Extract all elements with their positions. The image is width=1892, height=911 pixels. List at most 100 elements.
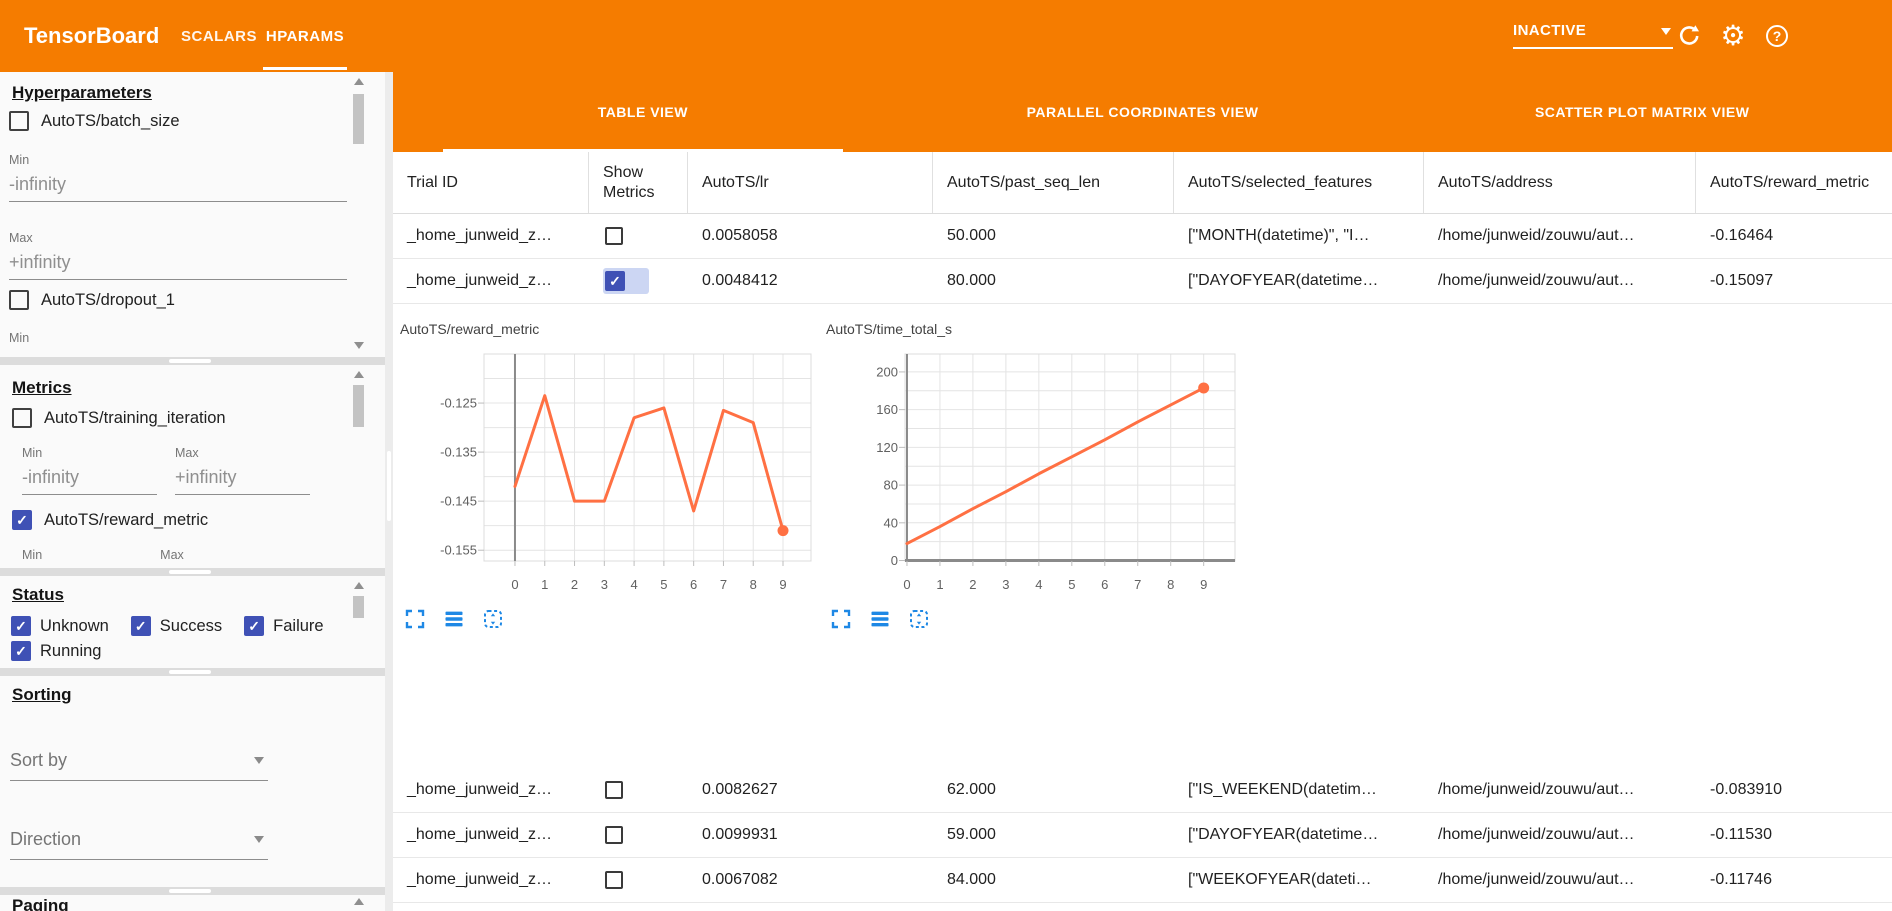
svg-text:-0.135: -0.135 — [440, 445, 477, 460]
svg-text:7: 7 — [1134, 577, 1141, 592]
scroll-up-icon[interactable] — [354, 371, 364, 378]
max-input[interactable]: +infinity — [175, 467, 310, 495]
section-resize-handle[interactable] — [169, 670, 211, 674]
sorting-header: Sorting — [12, 685, 72, 705]
metric-training-iteration-label: AutoTS/training_iteration — [44, 409, 226, 428]
show-metrics-checkbox[interactable] — [605, 781, 623, 799]
cell-reward-metric: -0.16464 — [1696, 214, 1892, 258]
sidebar-resize-handle[interactable] — [387, 451, 391, 521]
section-divider — [0, 568, 385, 576]
tab-scalars[interactable]: SCALARS — [176, 0, 262, 72]
cell-past-seq-len: 62.000 — [933, 768, 1174, 812]
cell-selected-features: ["MONTH(datetime)", "I… — [1174, 214, 1424, 258]
active-tab-indicator — [263, 67, 347, 70]
param-dropout-row: AutoTS/dropout_1 — [9, 290, 175, 310]
cell-address: /home/junweid/zouwu/aut… — [1424, 259, 1696, 303]
scroll-up-icon[interactable] — [354, 78, 364, 85]
scrollbar-thumb[interactable] — [353, 596, 364, 618]
min-input[interactable]: -infinity — [9, 174, 347, 202]
metric-min-max-labels: Min Max — [22, 548, 322, 562]
direction-placeholder: Direction — [10, 829, 81, 849]
time-total-chart[interactable]: 040801201602000123456789 — [820, 344, 1250, 606]
chevron-down-icon — [254, 836, 264, 843]
metric-reward-label: AutoTS/reward_metric — [44, 511, 208, 530]
column-header-lr: AutoTS/lr — [688, 152, 933, 213]
cell-lr: 0.0048412 — [688, 259, 933, 303]
tab-scatter-plot-matrix-view[interactable]: SCATTER PLOT MATRIX VIEW — [1392, 72, 1892, 152]
data-rows-icon[interactable] — [444, 609, 464, 629]
section-divider — [0, 887, 385, 895]
scrollbar-thumb[interactable] — [353, 94, 364, 144]
param-dropout-label: AutoTS/dropout_1 — [41, 291, 175, 310]
status-running-checkbox[interactable]: ✓ — [11, 641, 31, 661]
svg-text:6: 6 — [1101, 577, 1108, 592]
status-success: ✓ Success — [131, 616, 222, 636]
table-rows-top: _home_junweid_z…0.005805850.000["MONTH(d… — [393, 214, 1892, 304]
cell-trial-id: _home_junweid_z… — [393, 214, 589, 258]
param-dropout-checkbox[interactable] — [9, 290, 29, 310]
metric-reward-checkbox[interactable]: ✓ — [12, 510, 32, 530]
metric-max-field[interactable]: Max +infinity — [175, 446, 310, 495]
column-header-reward-metric: AutoTS/reward_metric — [1696, 152, 1892, 213]
section-divider — [0, 357, 385, 365]
max-label: Max — [175, 446, 310, 460]
section-resize-handle[interactable] — [169, 359, 211, 363]
status-running: ✓ Running — [11, 641, 101, 661]
reward-metric-chart[interactable]: -0.125-0.135-0.145-0.1550123456789 — [399, 344, 829, 606]
tab-hparams[interactable]: HPARAMS — [263, 0, 347, 72]
show-metrics-checkbox[interactable] — [605, 871, 623, 889]
direction-select[interactable]: Direction — [10, 829, 268, 860]
refresh-button[interactable] — [1670, 0, 1708, 72]
pan-zoom-icon[interactable] — [909, 609, 929, 629]
tab-parallel-coordinates-view[interactable]: PARALLEL COORDINATES VIEW — [893, 72, 1393, 152]
show-metrics-cell — [589, 768, 688, 812]
expand-chart-icon[interactable] — [831, 609, 851, 629]
metric-training-iteration-checkbox[interactable] — [12, 408, 32, 428]
show-metrics-checkbox[interactable] — [605, 826, 623, 844]
cell-reward-metric: -0.15097 — [1696, 259, 1892, 303]
status-unknown-checkbox[interactable]: ✓ — [11, 616, 31, 636]
svg-text:9: 9 — [779, 577, 786, 592]
cell-selected-features: ["IS_WEEKEND(datetim… — [1174, 768, 1424, 812]
batch-size-min-field[interactable]: Min -infinity — [9, 153, 347, 202]
show-metrics-cell — [589, 813, 688, 857]
section-resize-handle[interactable] — [169, 889, 211, 893]
scrollbar-thumb[interactable] — [353, 385, 364, 427]
status-success-checkbox[interactable]: ✓ — [131, 616, 151, 636]
min-input[interactable]: -infinity — [22, 467, 157, 495]
cell-selected-features: ["DAYOFYEAR(datetime… — [1174, 259, 1424, 303]
svg-text:2: 2 — [571, 577, 578, 592]
data-rows-icon[interactable] — [870, 609, 890, 629]
cell-reward-metric: -0.11530 — [1696, 813, 1892, 857]
sort-by-select[interactable]: Sort by — [10, 750, 268, 781]
tab-table-view[interactable]: TABLE VIEW — [393, 72, 893, 152]
help-button[interactable]: ? — [1758, 0, 1796, 72]
scroll-up-icon[interactable] — [354, 582, 364, 589]
expand-chart-icon[interactable] — [405, 609, 425, 629]
param-batch-size-checkbox[interactable] — [9, 111, 29, 131]
scroll-up-icon[interactable] — [354, 898, 364, 905]
section-scrollbar — [352, 576, 366, 668]
cell-lr: 0.0082627 — [688, 768, 933, 812]
status-failure: ✓ Failure — [244, 616, 323, 636]
param-batch-size-row: AutoTS/batch_size — [9, 111, 180, 131]
max-input[interactable]: +infinity — [9, 252, 347, 280]
settings-button[interactable]: ⚙ — [1712, 0, 1754, 72]
chart-controls — [831, 609, 929, 629]
pan-zoom-icon[interactable] — [483, 609, 503, 629]
show-metrics-checkbox[interactable] — [605, 227, 623, 245]
batch-size-max-field[interactable]: Max +infinity — [9, 231, 347, 280]
section-resize-handle[interactable] — [169, 570, 211, 574]
svg-text:-0.125: -0.125 — [440, 396, 477, 411]
column-header-show-metrics: Show Metrics — [589, 152, 688, 213]
svg-text:0: 0 — [891, 553, 898, 568]
status-failure-checkbox[interactable]: ✓ — [244, 616, 264, 636]
checkbox-ripple: ✓ — [603, 268, 649, 294]
cell-reward-metric: -0.083910 — [1696, 768, 1892, 812]
run-selector[interactable]: INACTIVE — [1513, 13, 1673, 49]
scroll-down-icon[interactable] — [354, 342, 364, 349]
cell-trial-id: _home_junweid_z… — [393, 858, 589, 902]
show-metrics-checkbox[interactable]: ✓ — [605, 271, 625, 291]
status-header: Status — [12, 585, 64, 605]
metric-min-field[interactable]: Min -infinity — [22, 446, 157, 495]
